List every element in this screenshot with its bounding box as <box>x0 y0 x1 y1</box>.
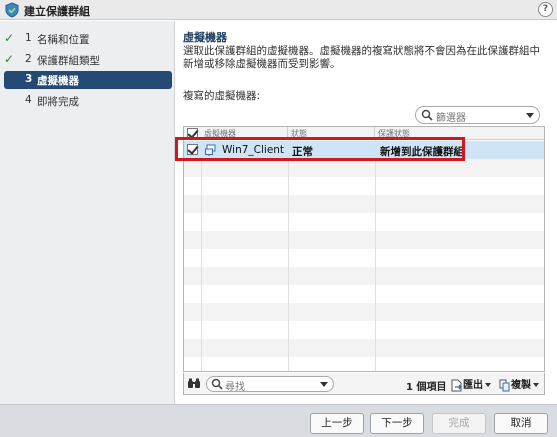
table-row-empty <box>184 159 544 177</box>
export-icon <box>451 379 462 391</box>
shield-icon <box>5 2 19 18</box>
main-content: 虛擬機器 選取此保護群組的虛擬機器。虛擬機器的複寫狀態將不會因為在此保護群組中新… <box>176 21 557 404</box>
find-placeholder: 尋找 <box>225 382 245 393</box>
back-button[interactable]: 上一步 <box>310 413 364 434</box>
step-label: 虛擬機器 <box>37 75 79 87</box>
export-button[interactable]: 匯出 <box>451 376 491 392</box>
column-divider <box>375 127 376 371</box>
help-button[interactable]: ? <box>538 2 553 17</box>
checkmark-icon: ✓ <box>4 52 15 66</box>
chevron-down-icon <box>533 383 539 387</box>
step-number: 3 <box>25 73 33 85</box>
next-button[interactable]: 下一步 <box>370 413 424 434</box>
step-label: 名稱和位置 <box>37 34 90 46</box>
chevron-down-icon <box>485 383 491 387</box>
column-divider <box>288 127 289 371</box>
filter-placeholder: 篩選器 <box>436 113 466 124</box>
table-row-empty <box>184 195 544 213</box>
item-count: 1 個項目 <box>406 382 447 393</box>
finish-button[interactable]: 完成 <box>432 413 486 434</box>
copy-icon <box>499 379 510 391</box>
window-title: 建立保護群組 <box>24 5 90 18</box>
export-label: 匯出 <box>463 380 483 391</box>
search-icon <box>421 109 433 121</box>
step-number: 4 <box>25 94 32 106</box>
section-title: 虛擬機器 <box>183 31 227 44</box>
table-row-empty <box>184 303 544 321</box>
search-icon <box>211 378 223 390</box>
table-footer: 尋找 1 個項目 匯出 複製 <box>183 373 545 395</box>
step-protection-group-type[interactable]: ✓ 2 保護群組類型 <box>4 51 172 69</box>
copy-button[interactable]: 複製 <box>499 376 539 392</box>
chevron-down-icon[interactable] <box>320 382 328 387</box>
vm-list-label: 複寫的虛擬機器: <box>183 90 261 102</box>
step-ready-to-complete: 4 即將完成 <box>4 92 172 110</box>
table-row-empty <box>184 339 544 357</box>
step-number: 1 <box>25 32 32 44</box>
section-description: 選取此保護群組的虛擬機器。虛擬機器的複寫狀態將不會因為在此保護群組中新增或移除虛… <box>183 45 540 70</box>
vm-table: 虛擬機器 狀態 保護狀態 Win7_Client 正常 新增到此保護群組 <box>183 126 545 372</box>
cancel-button[interactable]: 取消 <box>494 413 548 434</box>
copy-label: 複製 <box>511 380 531 391</box>
step-virtual-machines[interactable]: 3 虛擬機器 <box>4 71 172 89</box>
step-label: 即將完成 <box>37 96 79 108</box>
step-label: 保護群組類型 <box>37 55 100 67</box>
title-bar: 建立保護群組 ? <box>0 0 557 20</box>
chevron-down-icon[interactable] <box>526 113 534 118</box>
binoculars-icon[interactable] <box>187 378 201 389</box>
checkmark-icon: ✓ <box>4 31 15 45</box>
column-divider <box>201 127 202 371</box>
table-row-empty <box>184 231 544 249</box>
table-row-empty <box>184 267 544 285</box>
highlight-box <box>175 137 465 161</box>
step-name-and-location[interactable]: ✓ 1 名稱和位置 <box>4 30 172 48</box>
step-number: 2 <box>25 53 32 65</box>
filter-input[interactable]: 篩選器 <box>415 106 540 124</box>
wizard-steps-sidebar: ✓ 1 名稱和位置 ✓ 2 保護群組類型 3 虛擬機器 4 即將完成 <box>0 21 175 404</box>
wizard-footer: 上一步 下一步 完成 取消 <box>0 404 557 437</box>
find-input[interactable]: 尋找 <box>206 376 334 393</box>
